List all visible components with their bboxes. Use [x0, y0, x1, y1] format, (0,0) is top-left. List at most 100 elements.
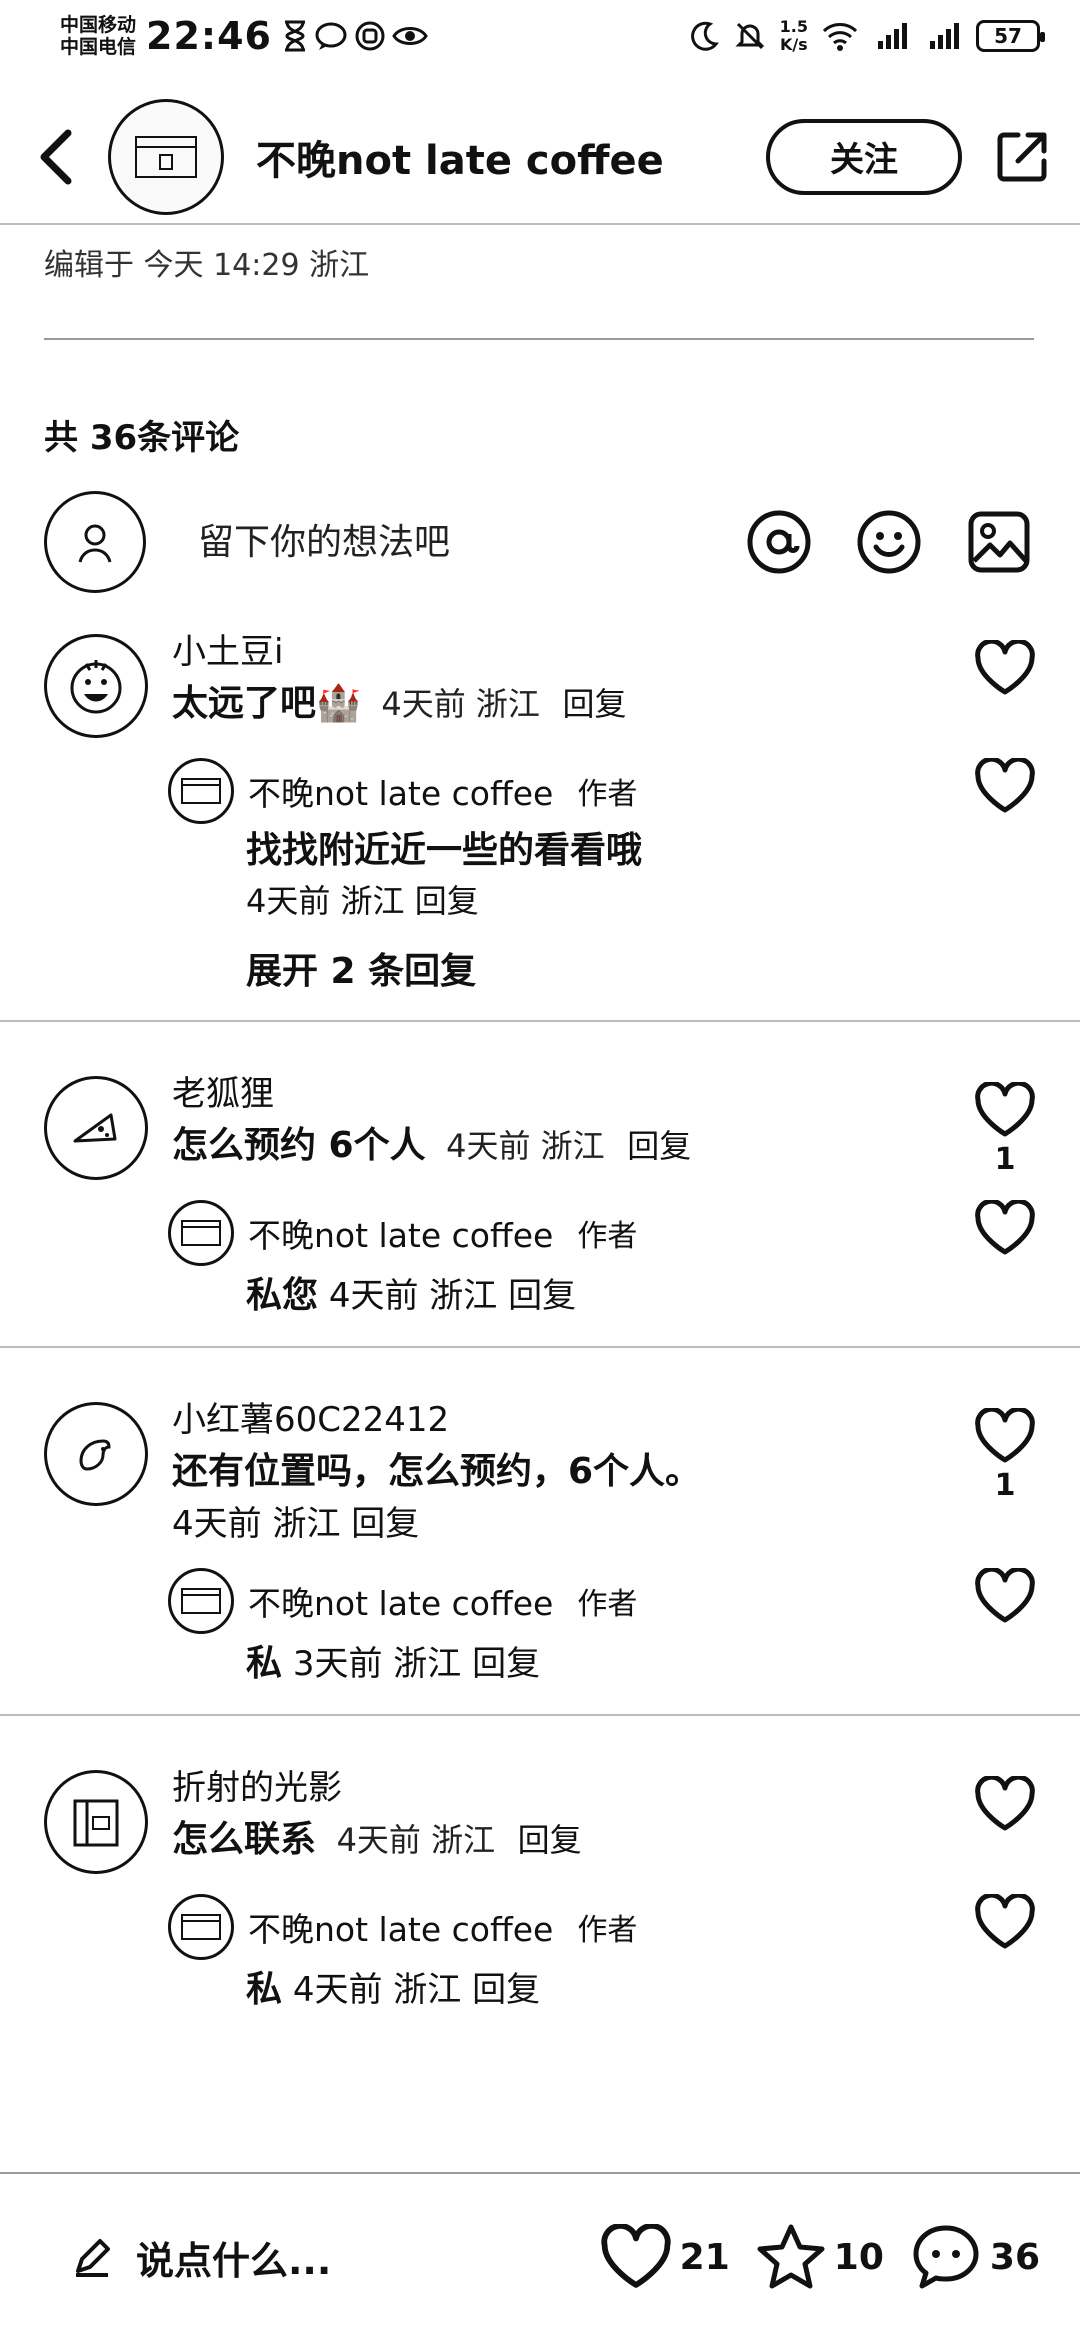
comment-content: 怎么预约 6个人 [172, 1125, 426, 1166]
comment-meta: 4天前 浙江 [446, 1127, 605, 1165]
status-bar: 中国移动 中国电信 22:46 1.5 K/s 57 [0, 0, 1080, 72]
reply[interactable]: 不晚not late coffee 作者 私 4天前 浙江 回复 [0, 1894, 1080, 2020]
back-button[interactable] [28, 129, 84, 185]
image-button[interactable] [964, 507, 1034, 577]
header: 不晚not late coffee 关注 [0, 90, 1080, 225]
store-logo-icon [181, 778, 221, 804]
commenter-name[interactable]: 折射的光影 [172, 1764, 1036, 1812]
reply-link[interactable]: 回复 [472, 1644, 540, 1684]
comment-meta: 4天前 浙江 [381, 685, 540, 723]
reply-like-button[interactable] [970, 1568, 1040, 1628]
replier-avatar[interactable] [168, 1568, 234, 1634]
clock: 22:46 [146, 14, 272, 58]
carrier-1: 中国移动 [60, 14, 137, 36]
reply-link[interactable]: 回复 [518, 1821, 582, 1859]
like-button[interactable] [970, 640, 1040, 700]
reply-link[interactable]: 回复 [351, 1504, 419, 1544]
comment-thread: 小红薯60C22412 还有位置吗，怎么预约，6个人。 4天前 浙江 回复 1 … [0, 1388, 1080, 1716]
comment-entry[interactable]: 说点什么... [70, 2230, 600, 2285]
author-avatar[interactable] [108, 98, 224, 215]
reply-link[interactable]: 回复 [562, 685, 626, 723]
network-speed: 1.5 K/s [780, 18, 808, 54]
emoji-button[interactable] [854, 507, 924, 577]
author-name[interactable]: 不晚not late coffee [256, 128, 766, 186]
reply-header: 不晚not late coffee 作者 [168, 758, 960, 824]
comment-entry-placeholder: 说点什么... [136, 2238, 332, 2283]
comment-body: 小土豆i 太远了吧🏰 4天前 浙江 回复 [172, 620, 1036, 738]
heart-icon [975, 1568, 1035, 1623]
commenter-avatar[interactable] [44, 1402, 148, 1506]
bottom-bar: 说点什么... 21 10 36 [0, 2172, 1080, 2340]
comment-input-row [44, 490, 1034, 594]
replier-name[interactable]: 不晚not late coffee [248, 767, 553, 815]
comment-meta-line: 4天前 浙江 回复 [172, 1500, 1036, 1548]
post-like-button[interactable]: 21 [600, 2224, 730, 2290]
comment-input[interactable] [198, 502, 744, 582]
comment[interactable]: 小红薯60C22412 还有位置吗，怎么预约，6个人。 4天前 浙江 回复 1 [0, 1388, 1080, 1548]
reply-link[interactable]: 回复 [508, 1276, 576, 1316]
replier-avatar[interactable] [168, 758, 234, 824]
commenter-name[interactable]: 小红薯60C22412 [172, 1396, 1036, 1444]
signal-4g-icon-2 [930, 23, 959, 49]
chevron-left-icon [40, 129, 72, 184]
reply-like-button[interactable] [970, 1894, 1040, 1954]
replier-name[interactable]: 不晚not late coffee [248, 1209, 553, 1257]
reply-meta: 4天前 浙江 [292, 1970, 462, 2010]
commenter-name[interactable]: 小土豆i [172, 628, 1036, 676]
replier-avatar[interactable] [168, 1894, 234, 1960]
comment-text: 怎么联系 4天前 浙江 回复 [172, 1812, 1036, 1868]
replier-name[interactable]: 不晚not late coffee [248, 1903, 553, 1951]
pen-icon [76, 2239, 110, 2277]
like-count: 1 [994, 1468, 1016, 1503]
mention-button[interactable] [744, 507, 814, 577]
expand-replies-button[interactable]: 展开 2 条回复 [0, 942, 1080, 994]
author-badge: 作者 [577, 777, 638, 812]
comment-meta: 4天前 浙江 [172, 1504, 341, 1544]
comment-body: 折射的光影 怎么联系 4天前 浙江 回复 [172, 1756, 1036, 1874]
mute-bell-icon [735, 22, 765, 50]
like-button[interactable] [970, 1776, 1040, 1836]
like-count: 1 [994, 1142, 1016, 1177]
like-button[interactable]: 1 [970, 1082, 1040, 1177]
reply[interactable]: 不晚not late coffee 作者 私您 4天前 浙江 回复 [0, 1200, 1080, 1326]
post-comment-count: 36 [989, 2236, 1040, 2278]
reply-link[interactable]: 回复 [627, 1127, 691, 1165]
signal-4g-icon [878, 23, 907, 49]
reply-like-button[interactable] [970, 1200, 1040, 1260]
commenter-name[interactable]: 老狐狸 [172, 1070, 1036, 1118]
message-bubble-icon [315, 22, 347, 50]
reply-link[interactable]: 回复 [472, 1970, 540, 2010]
commenter-avatar[interactable] [44, 1770, 148, 1874]
comment-thread: 小土豆i 太远了吧🏰 4天前 浙江 回复 不晚not late coffee 作… [0, 620, 1080, 1022]
follow-button[interactable]: 关注 [766, 118, 962, 195]
network-speed-unit: K/s [779, 35, 808, 54]
comment-content: 太远了吧 [172, 683, 317, 724]
reply-link[interactable]: 回复 [415, 882, 479, 920]
emoji-icon [857, 510, 921, 574]
commenter-avatar[interactable] [44, 634, 148, 738]
comment[interactable]: 折射的光影 怎么联系 4天前 浙江 回复 [0, 1756, 1080, 1874]
replier-name[interactable]: 不晚not late coffee [248, 1577, 553, 1625]
hourglass-icon [284, 20, 305, 52]
reply-header: 不晚not late coffee 作者 [168, 1568, 960, 1634]
reply[interactable]: 不晚not late coffee 作者 私 3天前 浙江 回复 [0, 1568, 1080, 1694]
reply-like-button[interactable] [970, 758, 1040, 818]
replier-avatar[interactable] [168, 1200, 234, 1266]
share-button[interactable] [992, 127, 1052, 187]
comment[interactable]: 小土豆i 太远了吧🏰 4天前 浙江 回复 [0, 620, 1080, 738]
heart-icon [975, 1894, 1035, 1949]
reply-text: 私 [246, 1643, 283, 1684]
heart-icon [975, 640, 1035, 695]
comment[interactable]: 老狐狸 怎么预约 6个人 4天前 浙江 回复 1 [0, 1062, 1080, 1180]
post-favorite-button[interactable]: 10 [756, 2223, 884, 2291]
post-comment-button[interactable]: 36 [910, 2222, 1040, 2292]
like-button[interactable]: 1 [970, 1408, 1040, 1503]
reply-meta: 3天前 浙江 [292, 1644, 462, 1684]
commenter-avatar[interactable] [44, 1076, 148, 1180]
heart-icon [975, 758, 1035, 813]
reply-text: 找找附近近一些的看看哦 [246, 830, 643, 871]
comment-content: 还有位置吗，怎么预约，6个人。 [172, 1451, 702, 1492]
post-actions: 21 10 36 [600, 2222, 1040, 2292]
heart-icon [975, 1408, 1035, 1463]
reply[interactable]: 不晚not late coffee 作者 找找附近近一些的看看哦 4天前 浙江 … [0, 758, 1080, 924]
